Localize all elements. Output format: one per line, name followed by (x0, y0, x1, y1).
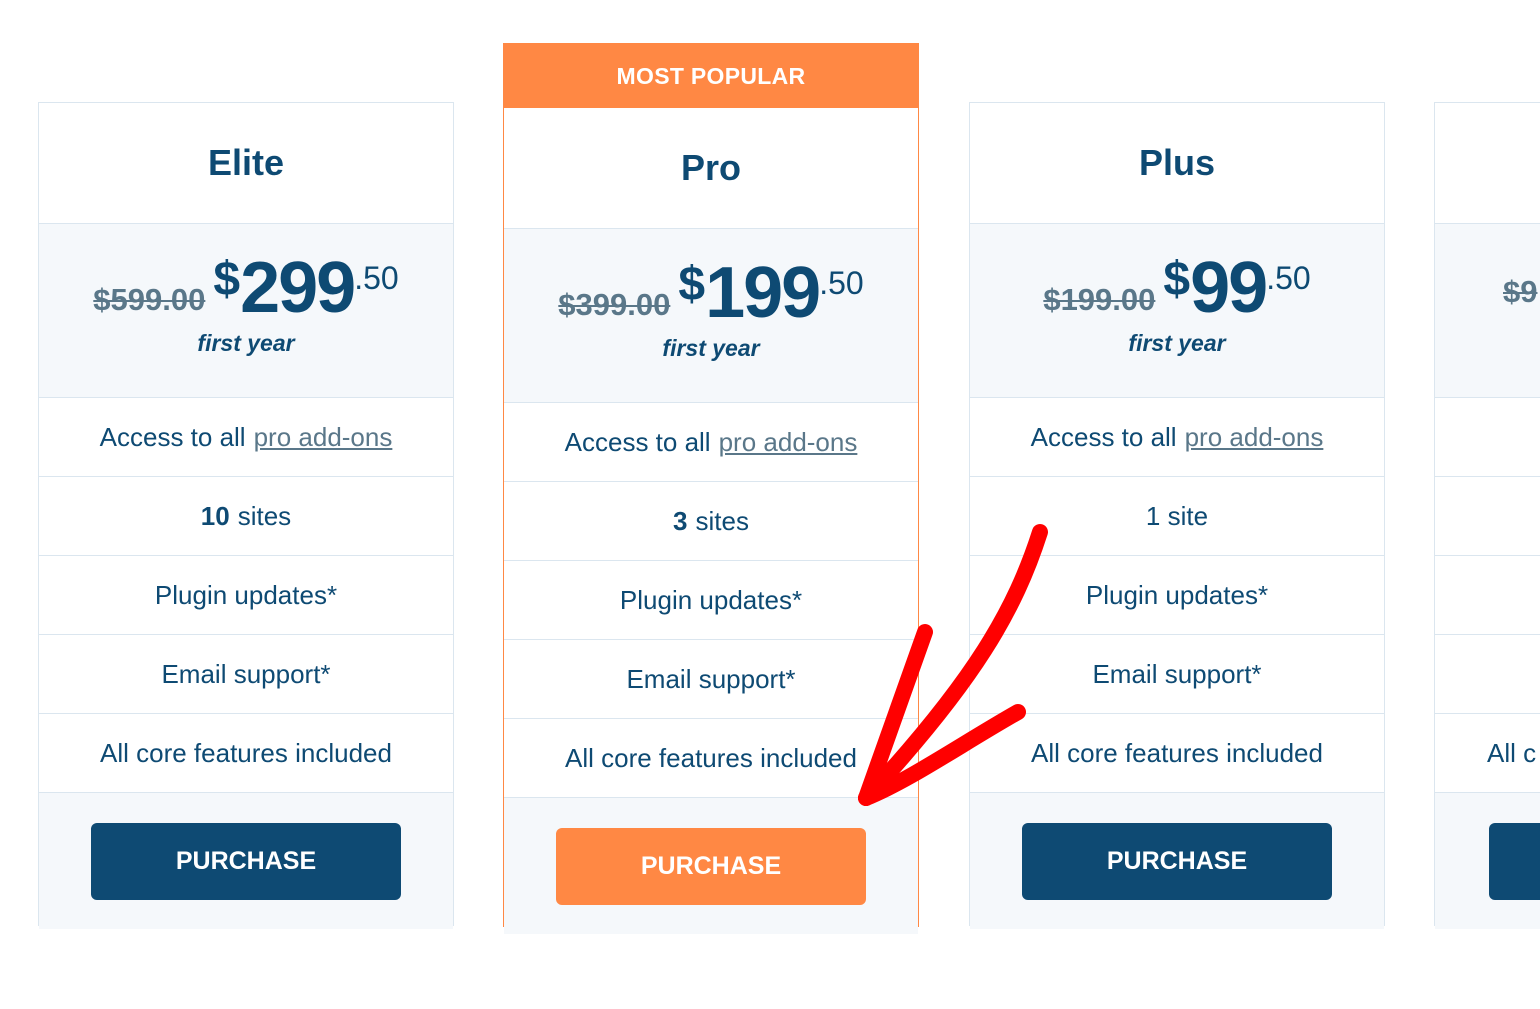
pro-addons-link[interactable]: pro add-ons (719, 427, 858, 458)
purchase-button-elite[interactable]: PURCHASE (91, 822, 401, 900)
currency-symbol: $ (678, 258, 706, 311)
feature-text: Access to all (564, 426, 711, 457)
purchase-button-plus[interactable]: PURCHASE (1022, 822, 1332, 900)
feature-updates: Plugin updates* (970, 556, 1384, 635)
purchase-button-pro[interactable]: PURCHASE (556, 827, 866, 905)
feature-core: All c (1435, 714, 1540, 793)
old-price: $399.00 (558, 287, 671, 322)
feature-sites: 1 site (970, 477, 1384, 556)
feature-support: Email support* (970, 635, 1384, 714)
feature-core: All core features included (39, 714, 453, 793)
new-price: $ 199 .50 (678, 255, 863, 331)
billing-period: first year (197, 330, 295, 356)
plan-card-pro: MOST POPULAR Pro $399.00 $ 199 .50 first… (503, 43, 919, 934)
feature-core: All core features included (504, 719, 918, 798)
card-footer: PURCHASE (970, 793, 1384, 929)
pro-addons-link[interactable]: pro add-ons (254, 422, 393, 453)
price-whole: 299 (240, 248, 356, 328)
price-box: $9 (1435, 224, 1540, 398)
sites-count: 10 (200, 500, 230, 531)
most-popular-badge: MOST POPULAR (504, 44, 918, 108)
plan-card-plus: Plus $199.00 $ 99 .50 first year Access … (969, 102, 1385, 929)
new-price: $ 99 .50 (1163, 250, 1310, 326)
feature-sites (1435, 477, 1540, 556)
price-box: $599.00 $ 299 .50 first year (39, 224, 453, 398)
card-footer (1435, 793, 1540, 929)
feature-addons: Access to all pro add-ons (970, 398, 1384, 477)
feature-sites: 10 sites (39, 477, 453, 556)
price-cents: .50 (819, 265, 864, 301)
feature-addons: Access to all pro add-ons (504, 403, 918, 482)
feature-updates: Plugin updates* (504, 561, 918, 640)
sites-label: sites (237, 500, 292, 531)
feature-text: Access to all (99, 421, 246, 452)
feature-support (1435, 635, 1540, 714)
old-price: $199.00 (1043, 282, 1156, 317)
price-cents: .50 (354, 260, 399, 296)
purchase-button-partial[interactable] (1489, 822, 1540, 900)
card-footer: PURCHASE (504, 798, 918, 934)
card-footer: PURCHASE (39, 793, 453, 929)
price-box: $199.00 $ 99 .50 first year (970, 224, 1384, 398)
plan-title (1435, 103, 1540, 224)
currency-symbol: $ (213, 253, 241, 306)
feature-addons: Access to all pro add-ons (39, 398, 453, 477)
feature-core: All core features included (970, 714, 1384, 793)
sites-label: 1 site (1145, 500, 1209, 531)
plan-title: Elite (39, 103, 453, 224)
feature-support: Email support* (39, 635, 453, 714)
currency-symbol: $ (1163, 253, 1191, 306)
plan-title: Plus (970, 103, 1384, 224)
plan-card-elite: Elite $599.00 $ 299 .50 first year Acces… (38, 102, 454, 929)
plan-title: Pro (504, 108, 918, 229)
sites-label: sites (695, 505, 749, 536)
billing-period: first year (662, 335, 760, 361)
feature-addons (1435, 398, 1540, 477)
plan-card-partial: $9 All c (1434, 102, 1540, 929)
feature-updates (1435, 556, 1540, 635)
feature-text: All c (1487, 737, 1537, 768)
old-price: $9 (1503, 274, 1538, 309)
feature-support: Email support* (504, 640, 918, 719)
price-box: $399.00 $ 199 .50 first year (504, 229, 918, 403)
old-price: $599.00 (93, 282, 206, 317)
feature-sites: 3 sites (504, 482, 918, 561)
billing-period: first year (1128, 330, 1226, 356)
new-price: $ 299 .50 (213, 250, 398, 326)
price-whole: 199 (705, 253, 821, 333)
pro-addons-link[interactable]: pro add-ons (1185, 422, 1324, 453)
sites-count: 3 (673, 505, 688, 536)
feature-updates: Plugin updates* (39, 556, 453, 635)
feature-text: Access to all (1030, 421, 1177, 452)
price-cents: .50 (1266, 260, 1311, 296)
price-whole: 99 (1190, 248, 1268, 328)
